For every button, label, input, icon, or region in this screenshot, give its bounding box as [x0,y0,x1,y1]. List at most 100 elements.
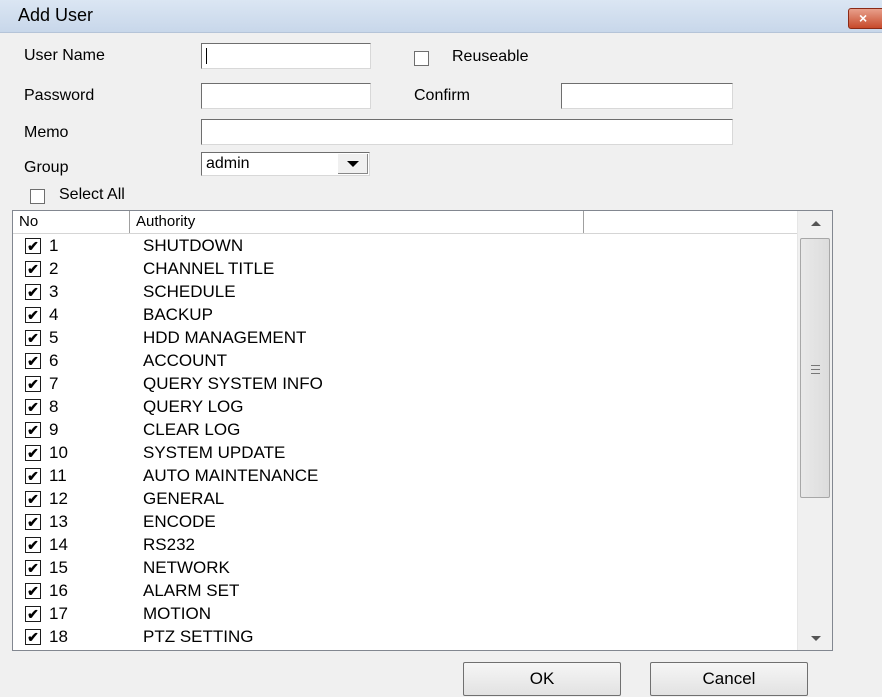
row-checkbox[interactable]: ✔ [25,468,41,484]
row-checkbox[interactable]: ✔ [25,583,41,599]
table-row[interactable]: ✔ 9 CLEAR LOG [13,418,797,441]
row-checkbox[interactable]: ✔ [25,422,41,438]
row-authority-name: SYSTEM UPDATE [143,443,286,462]
row-authority-name: BACKUP [143,305,213,324]
chevron-down-icon[interactable] [338,154,368,174]
check-icon: ✔ [27,307,39,323]
row-checkbox[interactable]: ✔ [25,537,41,553]
row-authority-name: AUTO MAINTENANCE [143,466,319,485]
list-body: ✔ 1 SHUTDOWN ✔ 2 CHANNEL TITLE ✔ 3 SCHEDULE ✔ 4 BAC… [13,233,797,650]
row-number: 14 [49,535,68,554]
text-caret [206,48,207,64]
confirm-input[interactable] [561,83,733,109]
table-row[interactable]: ✔ 6 ACCOUNT [13,349,797,372]
check-icon: ✔ [27,468,39,484]
row-number: 12 [49,489,68,508]
row-number: 15 [49,558,68,577]
row-checkbox[interactable]: ✔ [25,376,41,392]
row-number: 5 [49,328,59,347]
table-row[interactable]: ✔ 14 RS232 [13,533,797,556]
row-number: 2 [49,259,59,278]
row-checkbox[interactable]: ✔ [25,399,41,415]
table-row[interactable]: ✔ 16 ALARM SET [13,579,797,602]
check-icon: ✔ [27,491,39,507]
close-button[interactable]: × [848,8,882,29]
table-row[interactable]: ✔ 13 ENCODE [13,510,797,533]
row-authority-name: HDD MANAGEMENT [143,328,307,347]
table-row[interactable]: ✔ 8 QUERY LOG [13,395,797,418]
row-checkbox[interactable]: ✔ [25,629,41,645]
row-number: 18 [49,627,68,646]
row-checkbox[interactable]: ✔ [25,491,41,507]
row-checkbox[interactable]: ✔ [25,238,41,254]
table-row[interactable]: ✔ 18 PTZ SETTING [13,625,797,648]
table-row[interactable]: ✔ 17 MOTION [13,602,797,625]
row-authority-name: GENERAL [143,489,225,508]
column-header-authority[interactable]: Authority [130,211,584,233]
check-icon: ✔ [27,353,39,369]
down-arrow-icon[interactable] [798,626,832,650]
scroll-thumb[interactable] [800,238,830,498]
row-checkbox[interactable]: ✔ [25,353,41,369]
list-header: No Authority [13,211,797,234]
table-row[interactable]: ✔ 12 GENERAL [13,487,797,510]
row-number: 8 [49,397,59,416]
check-icon: ✔ [27,284,39,300]
window-title: Add User [18,5,94,25]
row-number: 11 [49,466,67,485]
row-number: 1 [49,236,59,255]
row-number: 6 [49,351,59,370]
row-checkbox[interactable]: ✔ [25,284,41,300]
user-name-label: User Name [24,47,105,64]
table-row[interactable]: ✔ 4 BACKUP [13,303,797,326]
check-icon: ✔ [27,445,39,461]
reuseable-checkbox[interactable] [414,51,429,66]
ok-button[interactable]: OK [463,662,621,696]
password-input[interactable] [201,83,371,109]
group-select[interactable]: admin [201,152,370,176]
table-row[interactable]: ✔ 10 SYSTEM UPDATE [13,441,797,464]
cancel-button[interactable]: Cancel [650,662,808,696]
row-authority-name: CLEAR LOG [143,420,241,439]
table-row[interactable]: ✔ 5 HDD MANAGEMENT [13,326,797,349]
row-checkbox[interactable]: ✔ [25,445,41,461]
select-all-checkbox[interactable] [30,189,45,204]
row-number: 3 [49,282,59,301]
row-number: 10 [49,443,68,462]
group-selected-value: admin [206,155,250,172]
memo-input[interactable] [201,119,733,145]
row-authority-name: RS232 [143,535,195,554]
user-name-input[interactable] [201,43,371,69]
row-checkbox[interactable]: ✔ [25,261,41,277]
table-row[interactable]: ✔ 7 QUERY SYSTEM INFO [13,372,797,395]
table-row[interactable]: ✔ 3 SCHEDULE [13,280,797,303]
row-checkbox[interactable]: ✔ [25,606,41,622]
scroll-grip-icon [811,365,820,374]
row-number: 7 [49,374,59,393]
check-icon: ✔ [27,376,39,392]
password-label: Password [24,87,95,104]
check-icon: ✔ [27,583,39,599]
memo-label: Memo [24,124,69,141]
table-row[interactable]: ✔ 11 AUTO MAINTENANCE [13,464,797,487]
table-row[interactable]: ✔ 15 NETWORK [13,556,797,579]
row-authority-name: QUERY LOG [143,397,244,416]
row-checkbox[interactable]: ✔ [25,560,41,576]
column-header-extra[interactable] [584,211,797,233]
row-checkbox[interactable]: ✔ [25,514,41,530]
check-icon: ✔ [27,261,39,277]
row-authority-name: ALARM SET [143,581,240,600]
row-checkbox[interactable]: ✔ [25,330,41,346]
check-icon: ✔ [27,422,39,438]
row-authority-name: ENCODE [143,512,216,531]
row-number: 16 [49,581,68,600]
column-header-no[interactable]: No [13,211,130,233]
table-row[interactable]: ✔ 1 SHUTDOWN [13,234,797,257]
check-icon: ✔ [27,606,39,622]
up-arrow-icon[interactable] [798,211,832,235]
table-row[interactable]: ✔ 2 CHANNEL TITLE [13,257,797,280]
authority-list[interactable]: No Authority ✔ 1 SHUTDOWN ✔ 2 CHANNEL TITLE ✔ 3… [12,210,833,651]
row-checkbox[interactable]: ✔ [25,307,41,323]
title-bar: Add User × [0,0,882,33]
vertical-scrollbar[interactable] [797,211,832,650]
